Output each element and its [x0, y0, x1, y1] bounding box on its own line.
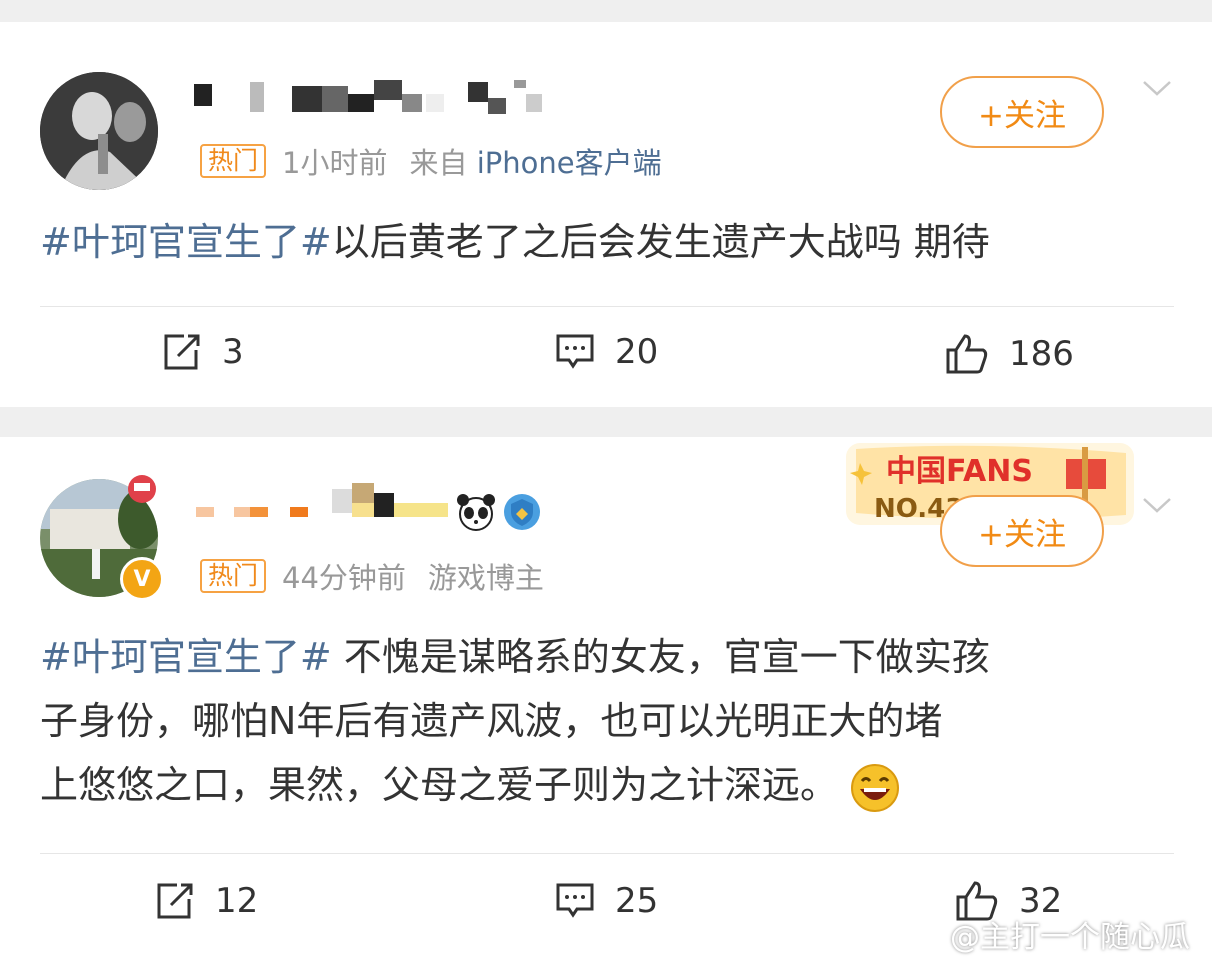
- post-meta: 热门 44分钟前 游戏博主: [200, 555, 544, 597]
- post-meta: 热门 1小时前 来自 iPhone客户端: [200, 140, 662, 182]
- repost-count: 3: [222, 332, 244, 372]
- repost-icon: [157, 883, 193, 919]
- like-action[interactable]: 186: [945, 332, 1074, 376]
- topic-tag[interactable]: #叶珂官宣生了#: [40, 635, 332, 679]
- avatar-decoration: [128, 475, 156, 503]
- follow-button[interactable]: +关注: [940, 495, 1104, 567]
- watermark-text: @主打一个随心瓜: [950, 920, 1190, 955]
- post-source: 游戏博主: [427, 561, 544, 595]
- repost-action[interactable]: 12: [155, 881, 258, 921]
- comment-action[interactable]: 25: [555, 881, 658, 921]
- hot-badge: 热门: [200, 144, 267, 178]
- follow-label: +关注: [978, 516, 1066, 553]
- post-source: 来自 iPhone客户端: [409, 146, 662, 180]
- comment-action[interactable]: 20: [555, 332, 658, 372]
- weibo-logo-icon: [900, 919, 942, 951]
- hot-badge: 热门: [200, 559, 267, 593]
- watermark: @主打一个随心瓜: [900, 912, 1190, 956]
- badge-title: 中国FANS: [886, 454, 1033, 489]
- comment-count: 25: [615, 881, 659, 921]
- post-card-2: V 中国FANS NO.43 热门 44分钟前 游戏博主 +关注 #叶珂官宣生了…: [0, 437, 1212, 960]
- follow-button[interactable]: +关注: [940, 76, 1104, 148]
- laughing-emoji-icon: [851, 763, 900, 812]
- comment-icon: [556, 883, 594, 918]
- divider: [40, 306, 1174, 307]
- comment-count: 20: [615, 332, 659, 372]
- post-time: 44分钟前: [282, 561, 406, 595]
- topic-tag[interactable]: #叶珂官宣生了#: [40, 220, 332, 264]
- repost-icon: [164, 334, 200, 370]
- shield-badge-icon: [504, 494, 540, 530]
- repost-action[interactable]: 3: [162, 332, 244, 372]
- divider: [40, 853, 1174, 854]
- comment-icon: [556, 334, 594, 369]
- chevron-down-icon[interactable]: [1142, 74, 1172, 104]
- post-text: #叶珂官宣生了#以后黄老了之后会发生遗产大战吗 期待: [40, 220, 990, 264]
- thumbs-up-icon: [946, 334, 988, 374]
- post-card-1: 热门 1小时前 来自 iPhone客户端 +关注 #叶珂官宣生了#以后黄老了之后…: [0, 22, 1212, 407]
- verified-badge: V: [120, 557, 164, 601]
- post-time: 1小时前: [282, 146, 388, 180]
- like-count: 186: [1009, 334, 1074, 374]
- repost-count: 12: [215, 881, 259, 921]
- panda-icon: [457, 494, 495, 531]
- post-text: #叶珂官宣生了# 不愧是谋略系的女友，官宣一下做实孩 子身份，哪怕N年后有遗产风…: [40, 625, 990, 817]
- username-redacted[interactable]: [190, 80, 550, 114]
- chevron-down-icon[interactable]: [1142, 491, 1172, 521]
- follow-label: +关注: [978, 97, 1066, 134]
- user-avatar[interactable]: [40, 72, 158, 190]
